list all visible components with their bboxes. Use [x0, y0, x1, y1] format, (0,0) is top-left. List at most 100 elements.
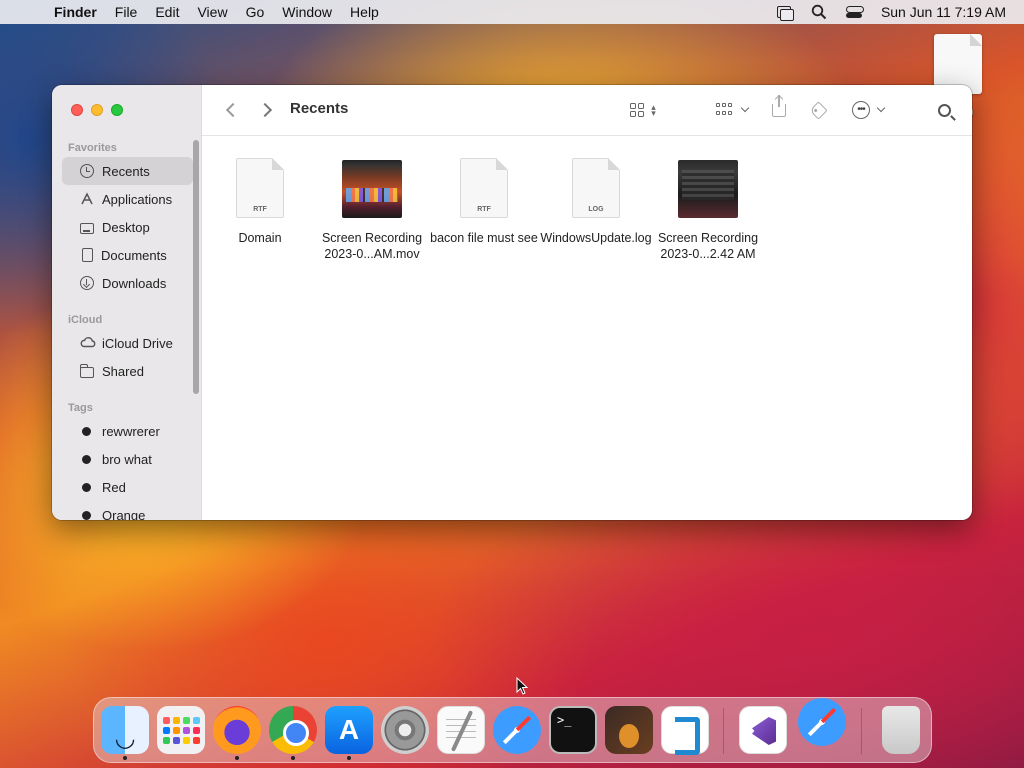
- file-item[interactable]: Screen Recording 2023-0...2.42 AM: [652, 158, 764, 262]
- shared-folder-icon: [80, 363, 94, 378]
- sidebar-item-icloud-drive[interactable]: iCloud Drive: [62, 329, 193, 357]
- tag-dot-icon: [82, 454, 91, 464]
- dock-separator: [861, 708, 862, 754]
- main-pane: Recents ▴ ▾ ••• RTF Domain Screen Record…: [202, 85, 972, 520]
- sidebar-item-label: Documents: [101, 247, 167, 263]
- file-item[interactable]: LOG WindowsUpdate.log: [540, 158, 652, 246]
- video-thumbnail-icon: [342, 160, 402, 218]
- file-grid: RTF Domain Screen Recording 2023-0...AM.…: [202, 136, 972, 520]
- sidebar-item-desktop[interactable]: Desktop: [62, 213, 193, 241]
- group-button[interactable]: [712, 97, 752, 123]
- sidebar-scrollbar[interactable]: [193, 140, 199, 394]
- dock-chrome-icon[interactable]: [269, 706, 317, 754]
- dock-running-indicator: [123, 756, 127, 760]
- sidebar-tag-red[interactable]: Red: [62, 473, 193, 501]
- chevron-right-icon: [257, 102, 273, 118]
- dock-running-indicator: [291, 756, 295, 760]
- file-item[interactable]: RTF bacon file must see: [428, 158, 540, 246]
- tag-dot-icon: [82, 482, 91, 492]
- sidebar-item-label: Orange: [102, 507, 146, 521]
- file-item[interactable]: Screen Recording 2023-0...AM.mov: [316, 158, 428, 262]
- menu-go[interactable]: Go: [237, 0, 274, 24]
- dock-safari-icon[interactable]: [798, 698, 846, 746]
- sidebar-section-favorites: Favorites: [68, 142, 117, 154]
- up-down-chevron-icon: ▴ ▾: [651, 102, 656, 118]
- sidebar-item-label: bro what: [102, 451, 152, 467]
- menu-clock[interactable]: Sun Jun 11 7:19 AM: [881, 4, 1006, 20]
- document-icon: [82, 248, 93, 262]
- menu-bar: Finder File Edit View Go Window Help Sun…: [0, 0, 1024, 24]
- chevron-down-icon: [876, 103, 886, 113]
- sidebar-item-label: iCloud Drive: [102, 335, 173, 351]
- dock-finder-icon[interactable]: [101, 706, 149, 754]
- icon-view-icon: [630, 103, 645, 117]
- menu-window[interactable]: Window: [273, 0, 341, 24]
- clock-icon: [80, 164, 94, 178]
- dock-garageband-icon[interactable]: [605, 706, 653, 754]
- sidebar-item-documents[interactable]: Documents: [62, 241, 193, 269]
- file-label: Screen Recording 2023-0...2.42 AM: [657, 231, 759, 261]
- control-center-icon[interactable]: [845, 5, 864, 19]
- dock-app-store-icon[interactable]: A: [325, 706, 373, 754]
- sidebar-tag-bro-what[interactable]: bro what: [62, 445, 193, 473]
- forward-button[interactable]: [256, 97, 274, 123]
- sidebar-item-recents[interactable]: Recents: [62, 157, 193, 185]
- file-label: Screen Recording 2023-0...AM.mov: [321, 231, 423, 261]
- log-document-icon: LOG: [572, 158, 620, 218]
- menu-help[interactable]: Help: [341, 0, 388, 24]
- chevron-down-icon: [740, 103, 750, 113]
- sidebar-tag-rewwrerer[interactable]: rewwrerer: [62, 417, 193, 445]
- spotlight-search-icon[interactable]: [811, 4, 827, 20]
- finder-window: Favorites Recents Applications Desktop D…: [52, 85, 972, 520]
- menu-edit[interactable]: Edit: [146, 0, 188, 24]
- zoom-button[interactable]: [111, 104, 123, 116]
- screen-mirroring-icon[interactable]: [775, 5, 794, 21]
- rtf-document-icon: RTF: [460, 158, 508, 218]
- sidebar-item-label: Red: [102, 479, 126, 495]
- sidebar-item-label: rewwrerer: [102, 423, 160, 439]
- window-title: Recents: [290, 100, 349, 117]
- desktop-icon: [80, 222, 94, 234]
- close-button[interactable]: [71, 104, 83, 116]
- sidebar-item-shared[interactable]: Shared: [62, 357, 193, 385]
- view-mode-button[interactable]: ▴ ▾: [624, 97, 662, 123]
- minimize-button[interactable]: [91, 104, 103, 116]
- tag-dot-icon: [82, 426, 91, 436]
- dock-textedit-icon[interactable]: [437, 706, 485, 754]
- back-button[interactable]: [224, 97, 242, 123]
- action-button[interactable]: •••: [850, 97, 886, 123]
- share-button[interactable]: [770, 94, 788, 123]
- group-grid-icon: [716, 103, 734, 117]
- dock-firefox-icon[interactable]: [213, 706, 261, 754]
- dock-trash-icon[interactable]: [882, 706, 920, 754]
- sidebar-item-downloads[interactable]: Downloads: [62, 269, 193, 297]
- dock-system-settings-icon[interactable]: [381, 706, 429, 754]
- mouse-cursor-icon: [516, 677, 528, 695]
- tag-icon: [808, 100, 828, 120]
- sidebar-section-icloud: iCloud: [68, 314, 103, 326]
- menu-app-finder[interactable]: Finder: [54, 0, 106, 24]
- sidebar: Favorites Recents Applications Desktop D…: [52, 85, 202, 520]
- dock-visual-studio-icon[interactable]: [739, 706, 787, 754]
- search-icon: [937, 103, 951, 117]
- dock-safari-icon[interactable]: [493, 706, 541, 754]
- sidebar-item-label: Applications: [102, 191, 173, 207]
- menu-file[interactable]: File: [106, 0, 147, 24]
- menu-view[interactable]: View: [188, 0, 236, 24]
- sidebar-item-applications[interactable]: Applications: [62, 185, 193, 213]
- download-icon: [80, 276, 94, 290]
- dock-vscode-icon[interactable]: [661, 706, 709, 755]
- window-controls: [71, 104, 123, 116]
- sidebar-item-label: Recents: [102, 163, 150, 179]
- sidebar-tag-orange[interactable]: Orange: [62, 501, 193, 520]
- toolbar: Recents ▴ ▾ •••: [202, 85, 972, 136]
- applications-icon: [80, 192, 94, 206]
- dock-running-indicator: [235, 756, 239, 760]
- dock-terminal-icon[interactable]: >_: [549, 706, 597, 754]
- search-button[interactable]: [935, 97, 953, 123]
- sidebar-section-tags: Tags: [68, 402, 93, 414]
- tag-button[interactable]: [808, 97, 828, 123]
- dock-launchpad-icon[interactable]: [157, 706, 205, 754]
- sidebar-item-label: Shared: [102, 363, 144, 379]
- file-item[interactable]: RTF Domain: [204, 158, 316, 246]
